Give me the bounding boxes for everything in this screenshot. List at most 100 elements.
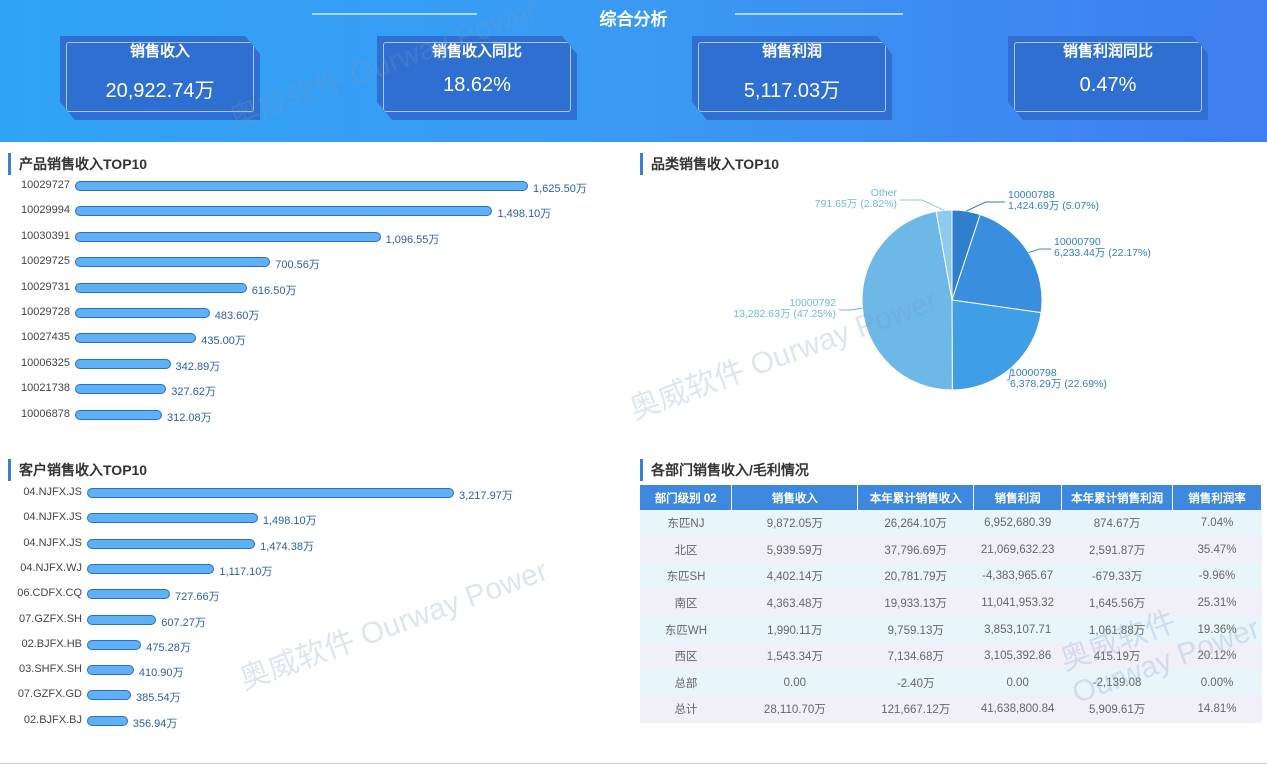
pie-label-label: 13,282.63万 (47.25%) bbox=[733, 308, 836, 320]
bar-value-label: 1,474.38万 bbox=[260, 540, 314, 553]
bar-category-label: 10029725 bbox=[21, 255, 70, 268]
bar-category-label: 10029728 bbox=[21, 306, 70, 318]
table-cell: 3,105,392.86 bbox=[973, 642, 1062, 670]
table-cell: -9.96% bbox=[1172, 563, 1262, 590]
bar[interactable] bbox=[87, 538, 256, 549]
bar-value-label: 435.00万 bbox=[201, 335, 246, 348]
table-cell: 总部 bbox=[640, 669, 732, 697]
bar[interactable] bbox=[87, 513, 258, 524]
kpi-sales-revenue-yoy: 销售收入同比 18.62% bbox=[377, 36, 577, 120]
pie-slice[interactable] bbox=[861, 210, 953, 391]
table-cell: 21,069,632.23 bbox=[973, 536, 1062, 564]
bar[interactable] bbox=[75, 231, 381, 242]
bar[interactable] bbox=[75, 181, 528, 191]
bar-row: 10029731 616.50万 bbox=[0, 280, 600, 297]
kpi-label: 销售收入 bbox=[129, 43, 190, 60]
column-header[interactable]: 部门级别 02 bbox=[640, 485, 733, 510]
bar[interactable] bbox=[87, 589, 170, 600]
table-row: 东匹WH 1,990.11万 9,759.13万 3,853,107.71 1,061.… bbox=[640, 616, 1262, 643]
table-cell: 20.12% bbox=[1172, 642, 1262, 670]
bar-value-label: 3,217.97万 bbox=[459, 490, 513, 502]
table-cell: 0.00 bbox=[973, 669, 1062, 697]
table-cell: 南区 bbox=[640, 589, 732, 617]
pie-leader-line bbox=[900, 199, 945, 211]
bar-category-label: 04.NJFX.JS bbox=[23, 486, 82, 498]
bar[interactable] bbox=[87, 690, 131, 701]
column-header[interactable]: 销售收入 bbox=[731, 485, 859, 510]
kpi-sales-revenue: 销售收入 20,922.74万 bbox=[60, 36, 260, 120]
bar[interactable] bbox=[87, 488, 454, 498]
bar[interactable] bbox=[87, 639, 142, 650]
bar[interactable] bbox=[75, 409, 162, 420]
bar-value-label: 700.56万 bbox=[275, 259, 320, 272]
bar-category-label: 10029994 bbox=[21, 204, 70, 217]
bar-category-label: 02.BJFX.BJ bbox=[23, 713, 82, 726]
bar[interactable] bbox=[87, 614, 157, 625]
table-cell: 19.36% bbox=[1172, 616, 1262, 643]
table-cell: -2.40万 bbox=[857, 669, 974, 697]
divider bbox=[0, 763, 1267, 764]
table-cell: 9,759.13万 bbox=[857, 616, 974, 643]
bar-category-label: 10029731 bbox=[21, 280, 70, 293]
bar[interactable] bbox=[87, 665, 134, 676]
department-sales-table: 部门级别 02 销售收入 本年累计销售收入 销售利润 本年累计销售利润 销售利润率 东匹N… bbox=[640, 485, 1262, 723]
bar[interactable] bbox=[75, 282, 247, 293]
bar[interactable] bbox=[87, 715, 128, 726]
table-cell: 1,645.56万 bbox=[1061, 589, 1173, 617]
bar[interactable] bbox=[75, 333, 197, 344]
pie-label-label: 6,378.29万 (22.69%) bbox=[1010, 378, 1107, 390]
column-header[interactable]: 本年累计销售收入 bbox=[857, 485, 975, 510]
bar-category-label: 10021738 bbox=[21, 382, 70, 395]
bar[interactable] bbox=[75, 257, 271, 268]
table-cell: 东匹SH bbox=[640, 563, 732, 590]
bar-category-label: 10006878 bbox=[21, 407, 70, 420]
bar-row: 04.NJFX.JS 1,498.10万 bbox=[0, 511, 600, 528]
table-cell: 28,110.70万 bbox=[731, 696, 858, 723]
table-cell: 37,796.69万 bbox=[857, 536, 974, 564]
bar-row: 07.GZFX.SH 607.27万 bbox=[0, 613, 600, 629]
bar-value-label: 1,625.50万 bbox=[533, 183, 587, 195]
bar-value-label: 327.62万 bbox=[171, 386, 216, 399]
table-row: 总计 28,110.70万 121,667.12万 41,638,800.84 5,90… bbox=[640, 696, 1262, 723]
column-header[interactable]: 销售利润 bbox=[973, 485, 1063, 510]
pie-leader-line bbox=[1028, 248, 1051, 253]
bar-category-label: 04.NJFX.WJ bbox=[20, 561, 82, 574]
column-header[interactable]: 本年累计销售利润 bbox=[1061, 485, 1174, 510]
bar[interactable] bbox=[75, 308, 210, 318]
table-cell: 5,939.59万 bbox=[731, 536, 858, 564]
bar-category-label: 10006325 bbox=[21, 356, 70, 369]
table-cell: 0.00 bbox=[731, 669, 858, 697]
table-cell: 1,061.88万 bbox=[1061, 616, 1173, 643]
table-cell: 4,402.14万 bbox=[731, 563, 858, 590]
column-header[interactable]: 销售利润率 bbox=[1172, 485, 1262, 510]
table-cell: 5,909.61万 bbox=[1061, 696, 1173, 723]
table-cell: -679.33万 bbox=[1061, 563, 1173, 590]
table-cell: 7,134.68万 bbox=[857, 642, 974, 670]
table-cell: 25.31% bbox=[1172, 589, 1262, 617]
table-cell: 121,667.12万 bbox=[857, 696, 974, 723]
bar-value-label: 1,117.10万 bbox=[219, 565, 273, 578]
bar-category-label: 10030391 bbox=[21, 229, 70, 242]
bar-category-label: 07.GZFX.GD bbox=[17, 688, 82, 701]
bar-value-label: 342.89万 bbox=[175, 360, 221, 373]
bar-value-label: 410.90万 bbox=[138, 667, 184, 680]
table-cell: 874.67万 bbox=[1061, 510, 1173, 537]
header-banner: 综合分析 销售收入 20,922.74万 销售收入同比 18.62% 销售利润 5,1… bbox=[0, 0, 1267, 142]
bar[interactable] bbox=[75, 358, 171, 369]
bar-row: 10027435 435.00万 bbox=[0, 331, 600, 348]
bar-category-label: 03.SHFX.SH bbox=[19, 663, 82, 676]
bar-value-label: 1,498.10万 bbox=[262, 515, 317, 528]
bar[interactable] bbox=[75, 206, 493, 217]
bar-row: 04.NJFX.WJ 1,117.10万 bbox=[0, 561, 600, 578]
bar[interactable] bbox=[87, 563, 215, 574]
kpi-label: 销售利润 bbox=[761, 43, 822, 60]
bar-category-label: 06.CDFX.CQ bbox=[17, 587, 82, 600]
bar-value-label: 1,096.55万 bbox=[385, 233, 440, 246]
table-cell: 4,363.48万 bbox=[731, 589, 858, 617]
bar[interactable] bbox=[75, 384, 167, 395]
bar-value-label: 1,498.10万 bbox=[497, 208, 552, 221]
pie-label-label: 6,233.44万 (22.17%) bbox=[1054, 247, 1151, 259]
table-cell: 总计 bbox=[640, 696, 732, 723]
table-cell: 9,872.05万 bbox=[731, 510, 858, 537]
table-cell: 14.81% bbox=[1172, 696, 1262, 723]
